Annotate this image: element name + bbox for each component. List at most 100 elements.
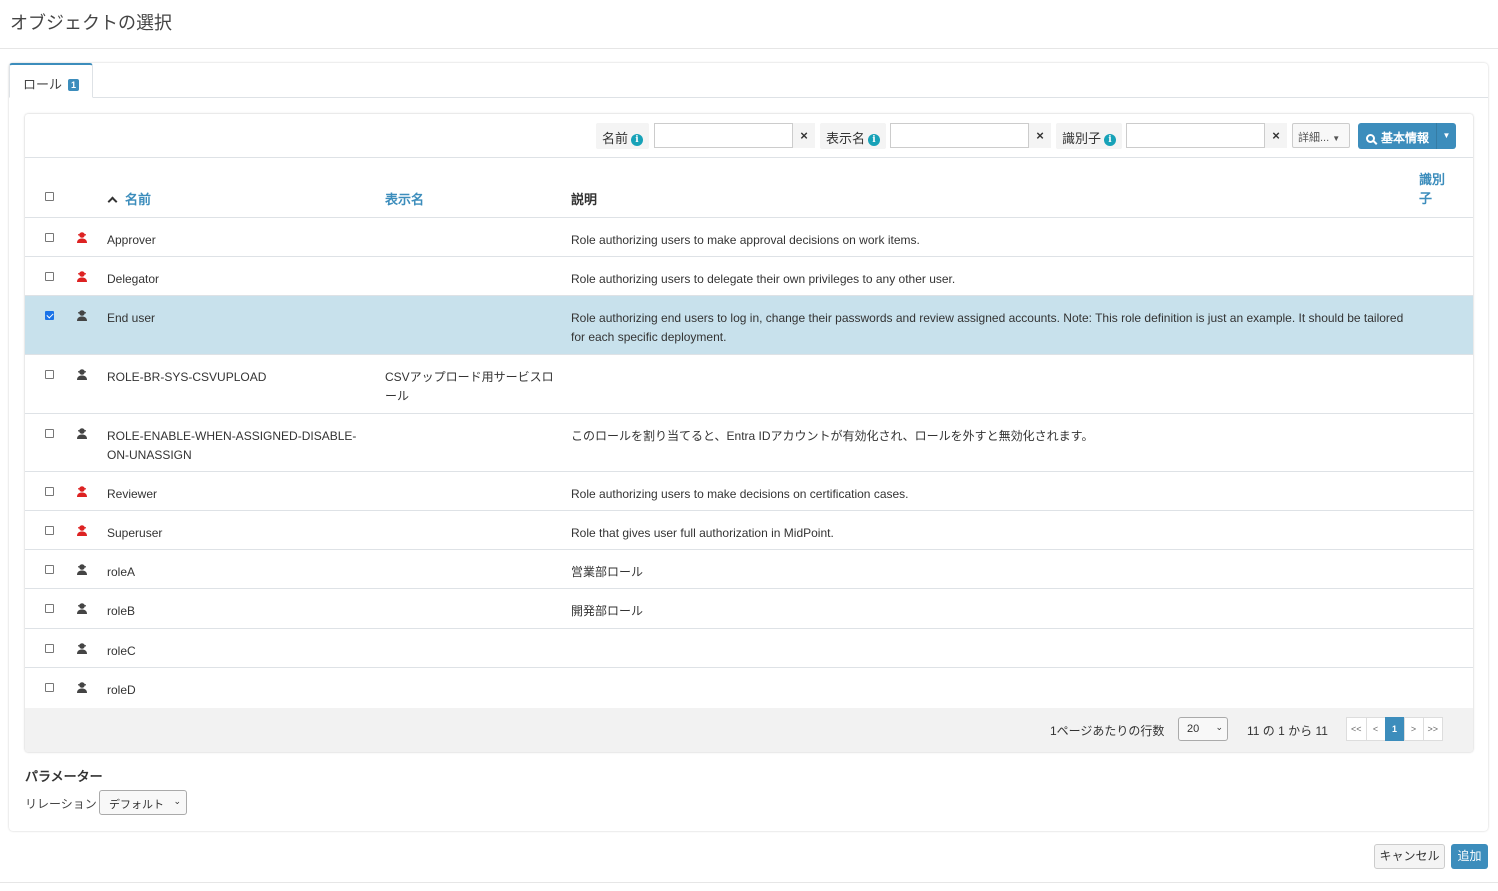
bottom-divider bbox=[0, 882, 1498, 883]
user-icon bbox=[77, 643, 87, 654]
role-name[interactable]: Superuser bbox=[107, 524, 365, 543]
user-red-icon bbox=[77, 525, 87, 536]
role-name[interactable]: roleC bbox=[107, 642, 365, 661]
display-name-filter-label: 表示名 i bbox=[820, 123, 887, 149]
identifier-filter-input[interactable] bbox=[1126, 123, 1265, 148]
user-icon bbox=[77, 310, 87, 321]
name-filter-input[interactable] bbox=[654, 123, 793, 148]
last-page-button[interactable]: >> bbox=[1422, 717, 1444, 741]
info-icon[interactable]: i bbox=[631, 134, 644, 146]
select-all-checkbox[interactable] bbox=[45, 192, 54, 201]
row-checkbox[interactable] bbox=[45, 604, 54, 613]
user-red-icon bbox=[77, 486, 87, 497]
selection-panel: ロール 1 名前 i × 表示名 i × 識別子 i × 詳細... ▼ 基本情報 ▼ 名… bbox=[9, 63, 1488, 831]
search-bar: 名前 i × 表示名 i × 識別子 i × 詳細... ▼ 基本情報 ▼ bbox=[25, 114, 1473, 158]
role-name[interactable]: roleA bbox=[107, 563, 365, 582]
table-row[interactable]: Delegator Role authorizing users to deleg… bbox=[25, 257, 1473, 296]
role-name[interactable]: Reviewer bbox=[107, 485, 365, 504]
chevron-down-icon[interactable]: ▼ bbox=[1436, 123, 1456, 149]
role-name[interactable]: roleD bbox=[107, 681, 365, 700]
next-page-button[interactable]: > bbox=[1403, 717, 1424, 741]
basic-search-button[interactable]: 基本情報 ▼ bbox=[1358, 123, 1456, 149]
role-name[interactable]: ROLE-BR-SYS-CSVUPLOAD bbox=[107, 368, 365, 387]
role-name[interactable]: Delegator bbox=[107, 270, 365, 289]
relation-label: リレーション bbox=[25, 797, 97, 811]
chevron-down-icon: ⌄ bbox=[1215, 722, 1223, 732]
user-red-icon bbox=[77, 232, 87, 243]
row-checkbox[interactable] bbox=[45, 487, 54, 496]
table-row[interactable]: ROLE-BR-SYS-CSVUPLOAD CSVアップロード用サービスロール bbox=[25, 355, 1473, 414]
column-header-name[interactable]: 名前 bbox=[107, 189, 151, 208]
role-description: Role authorizing users to delegate their… bbox=[571, 272, 956, 286]
more-filters-dropdown[interactable]: 詳細... ▼ bbox=[1292, 123, 1350, 148]
tab-roles-badge: 1 bbox=[68, 79, 80, 91]
user-icon bbox=[77, 603, 87, 614]
table-row[interactable]: roleB 開発部ロール bbox=[25, 589, 1473, 629]
table-row[interactable]: Approver Role authorizing users to make a… bbox=[25, 218, 1473, 257]
table-row[interactable]: ROLE-ENABLE-WHEN-ASSIGNED-DISABLE-ON-UNA… bbox=[25, 414, 1473, 472]
row-checkbox[interactable] bbox=[45, 526, 54, 535]
info-icon[interactable]: i bbox=[1104, 134, 1117, 146]
row-checkbox[interactable] bbox=[45, 683, 54, 692]
sort-ascending-icon bbox=[107, 196, 118, 207]
table-footer: 1ページあたりの行数 20 ⌄ 11 の 1 から 11 << < 1 > >> bbox=[25, 708, 1473, 752]
role-description: Role authorizing users to make approval … bbox=[571, 233, 920, 247]
column-header-description: 説明 bbox=[571, 192, 598, 207]
chevron-down-icon: ▼ bbox=[1332, 134, 1341, 143]
chevron-down-icon: ⌄ bbox=[173, 796, 181, 806]
table-row[interactable]: roleC bbox=[25, 629, 1473, 668]
role-description: 開発部ロール bbox=[571, 604, 644, 618]
result-count: 11 の 1 から 11 bbox=[1247, 724, 1328, 738]
role-description: Role authorizing users to make decisions… bbox=[571, 487, 909, 501]
table-body: Approver Role authorizing users to make a… bbox=[25, 218, 1473, 708]
role-name[interactable]: End user bbox=[107, 309, 365, 328]
row-checkbox[interactable] bbox=[45, 233, 54, 242]
modal-title: オブジェクトの選択 bbox=[10, 13, 172, 33]
rows-per-page-label: 1ページあたりの行数 bbox=[1050, 724, 1165, 738]
role-name[interactable]: Approver bbox=[107, 231, 365, 250]
page-1-button[interactable]: 1 bbox=[1384, 717, 1405, 741]
table-row[interactable]: End user Role authorizing end users to lo… bbox=[25, 296, 1473, 355]
row-checkbox[interactable] bbox=[45, 370, 54, 379]
role-name[interactable]: ROLE-ENABLE-WHEN-ASSIGNED-DISABLE-ON-UNA… bbox=[107, 427, 365, 465]
row-checkbox[interactable] bbox=[45, 565, 54, 574]
table-row[interactable]: roleD bbox=[25, 668, 1473, 708]
row-checkbox[interactable] bbox=[45, 429, 54, 438]
row-checkbox[interactable] bbox=[45, 311, 54, 320]
row-checkbox[interactable] bbox=[45, 272, 54, 281]
info-icon[interactable]: i bbox=[868, 134, 881, 146]
table-row[interactable]: roleA 営業部ロール bbox=[25, 550, 1473, 589]
table-row[interactable]: Superuser Role that gives user full autho… bbox=[25, 511, 1473, 550]
role-description: このロールを割り当てると、Entra IDアカウントが有効化され、ロールを外すと… bbox=[571, 429, 1094, 443]
user-red-icon bbox=[77, 271, 87, 282]
name-filter-clear-icon[interactable]: × bbox=[793, 123, 815, 148]
display-name-filter-clear-icon[interactable]: × bbox=[1029, 123, 1051, 148]
role-display-name: CSVアップロード用サービスロール bbox=[385, 370, 554, 403]
column-header-display-name[interactable]: 表示名 bbox=[385, 189, 424, 208]
add-button[interactable]: 追加 bbox=[1451, 844, 1488, 869]
rows-per-page-select[interactable]: 20 ⌄ bbox=[1178, 717, 1228, 741]
tab-bar: ロール 1 bbox=[9, 63, 1488, 98]
table-row[interactable]: Reviewer Role authorizing users to make d… bbox=[25, 472, 1473, 511]
display-name-filter-input[interactable] bbox=[890, 123, 1029, 148]
cancel-button[interactable]: キャンセル bbox=[1374, 844, 1445, 869]
search-icon bbox=[1366, 134, 1375, 143]
role-description: Role authorizing end users to log in, ch… bbox=[571, 311, 1404, 344]
user-icon bbox=[77, 369, 87, 380]
role-description: 営業部ロール bbox=[571, 565, 644, 579]
prev-page-button[interactable]: < bbox=[1365, 717, 1386, 741]
role-name[interactable]: roleB bbox=[107, 602, 365, 621]
roles-table-box: 名前 i × 表示名 i × 識別子 i × 詳細... ▼ 基本情報 ▼ 名前 表示名… bbox=[25, 114, 1473, 752]
first-page-button[interactable]: << bbox=[1346, 717, 1367, 741]
identifier-filter-label: 識別子 i bbox=[1056, 123, 1123, 149]
tab-roles[interactable]: ロール 1 bbox=[9, 63, 93, 98]
table-header: 名前 表示名 説明 識別子 bbox=[25, 159, 1473, 218]
tab-roles-label: ロール bbox=[23, 77, 63, 92]
row-checkbox[interactable] bbox=[45, 644, 54, 653]
column-header-identifier[interactable]: 識別子 bbox=[1419, 170, 1449, 208]
identifier-filter-clear-icon[interactable]: × bbox=[1265, 123, 1287, 148]
parameters-title: パラメーター bbox=[25, 769, 103, 784]
title-divider bbox=[0, 48, 1498, 49]
name-filter-label: 名前 i bbox=[596, 123, 650, 149]
relation-select[interactable]: デフォルト ⌄ bbox=[99, 790, 187, 815]
